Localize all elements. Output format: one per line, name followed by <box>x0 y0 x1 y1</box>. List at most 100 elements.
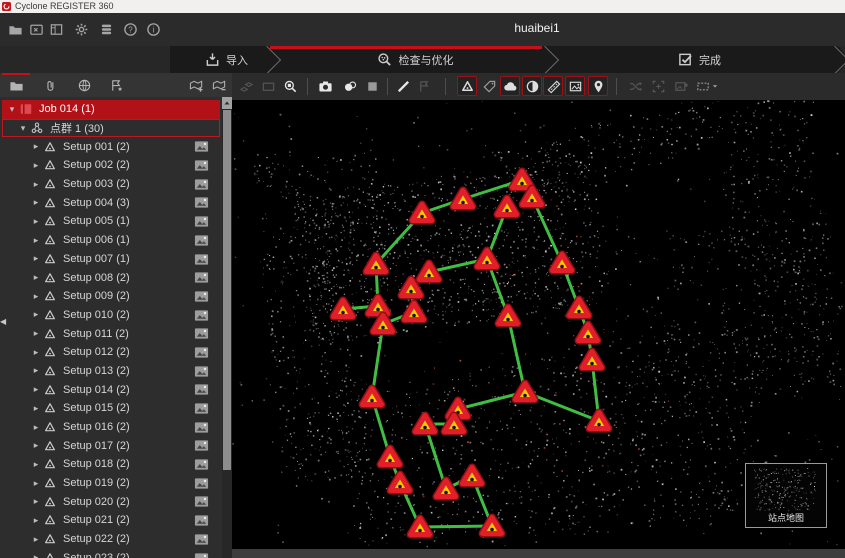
import-panel-icon[interactable] <box>47 20 65 38</box>
tree-item-setup[interactable]: ▸Setup 012 (2) <box>2 343 220 362</box>
link-setups-icon[interactable] <box>236 76 256 96</box>
tree-item-setup[interactable]: ▸Setup 022 (2) <box>2 530 220 549</box>
tree-item-setup[interactable]: ▸Setup 005 (1) <box>2 212 220 231</box>
expand-arrow-icon[interactable]: ▸ <box>30 384 42 395</box>
tree-scrollbar[interactable] <box>222 97 232 558</box>
expand-arrow-icon[interactable]: ▾ <box>17 123 29 134</box>
expand-arrow-icon[interactable]: ▸ <box>30 235 42 246</box>
pano-thumbnail-icon[interactable] <box>194 532 209 547</box>
pano-thumbnail-icon[interactable] <box>194 494 209 509</box>
expand-arrow-icon[interactable]: ▸ <box>30 272 42 283</box>
setup-marker[interactable] <box>590 413 609 429</box>
close-project-icon[interactable] <box>27 20 45 38</box>
open-project-icon[interactable] <box>6 20 24 38</box>
tree-item-setup[interactable]: ▸Setup 011 (2) <box>2 324 220 343</box>
setup-visibility-icon[interactable] <box>457 76 477 96</box>
setup-marker[interactable] <box>516 384 535 400</box>
minimap[interactable]: 站点地图 <box>745 463 827 528</box>
setup-marker[interactable] <box>583 352 602 368</box>
pin-icon[interactable] <box>588 76 608 96</box>
help-icon[interactable]: ? <box>121 20 139 38</box>
expand-arrow-icon[interactable]: ▸ <box>30 534 42 545</box>
expand-arrow-icon[interactable]: ▸ <box>30 347 42 358</box>
pano-thumbnail-icon[interactable] <box>194 270 209 285</box>
measure-icon[interactable] <box>393 76 413 96</box>
tree-item-setup[interactable]: ▸Setup 003 (2) <box>2 175 220 194</box>
add-to-sitemap-icon[interactable] <box>188 77 204 93</box>
pano-thumbnail-icon[interactable] <box>194 195 209 210</box>
expand-arrow-icon[interactable]: ▸ <box>30 422 42 433</box>
tree-item-setup[interactable]: ▸Setup 013 (2) <box>2 362 220 381</box>
pano-thumbnail-icon[interactable] <box>194 308 209 323</box>
scrollbar-up-icon[interactable] <box>222 97 232 109</box>
setup-marker[interactable] <box>463 468 482 484</box>
expand-arrow-icon[interactable]: ▸ <box>30 291 42 302</box>
pano-thumbnail-icon[interactable] <box>194 252 209 267</box>
pano-thumbnail-icon[interactable] <box>194 139 209 154</box>
color-mode-icon[interactable] <box>340 76 360 96</box>
pano-thumbnail-icon[interactable] <box>194 513 209 528</box>
panel-frame-icon[interactable] <box>258 76 278 96</box>
setup-marker[interactable] <box>454 191 473 207</box>
expand-arrow-icon[interactable]: ▸ <box>30 552 42 558</box>
panel-tab-globe-icon[interactable] <box>76 77 92 93</box>
tree-item-setup[interactable]: ▸Setup 021 (2) <box>2 511 220 530</box>
zoom-region-icon[interactable] <box>280 76 300 96</box>
info-icon[interactable]: i <box>144 20 162 38</box>
flag-icon[interactable] <box>414 76 434 96</box>
scrollbar-thumb[interactable] <box>223 110 231 470</box>
setup-marker[interactable] <box>391 475 410 491</box>
expand-arrow-icon[interactable]: ▾ <box>6 104 18 115</box>
setup-marker[interactable] <box>413 205 432 221</box>
pano-thumbnail-icon[interactable] <box>194 457 209 472</box>
pano-thumbnail-icon[interactable] <box>194 214 209 229</box>
expand-arrow-icon[interactable]: ▸ <box>30 365 42 376</box>
tree-item-setup[interactable]: ▸Setup 014 (2) <box>2 380 220 399</box>
image-overlay-icon[interactable] <box>565 76 585 96</box>
tree-item-setup[interactable]: ▸Setup 010 (2) <box>2 306 220 325</box>
fill-square-icon[interactable] <box>362 76 382 96</box>
panel-collapse-icon[interactable]: ◀ <box>0 315 7 329</box>
tree-item-setup[interactable]: ▸Setup 002 (2) <box>2 156 220 175</box>
expand-region-icon[interactable] <box>648 76 668 96</box>
panel-tab-paperclip-icon[interactable] <box>42 77 58 93</box>
pano-thumbnail-icon[interactable] <box>194 289 209 304</box>
pano-thumbnail-icon[interactable] <box>194 364 209 379</box>
measure-line-icon[interactable] <box>543 76 563 96</box>
setup-marker[interactable] <box>334 301 353 317</box>
settings-gear-icon[interactable] <box>72 20 90 38</box>
tree-item-setup[interactable]: ▸Setup 006 (1) <box>2 231 220 250</box>
pano-thumbnail-icon[interactable] <box>194 326 209 341</box>
setup-marker[interactable] <box>579 325 598 341</box>
remove-from-sitemap-icon[interactable] <box>211 77 227 93</box>
dropdown-arrow-icon[interactable] <box>709 76 721 96</box>
pano-thumbnail-icon[interactable] <box>194 551 209 558</box>
panel-tab-bookmark-icon[interactable] <box>108 77 124 93</box>
setup-marker[interactable] <box>513 172 532 188</box>
pano-thumbnail-icon[interactable] <box>194 158 209 173</box>
pano-thumbnail-icon[interactable] <box>194 177 209 192</box>
expand-arrow-icon[interactable]: ▸ <box>30 141 42 152</box>
expand-arrow-icon[interactable]: ▸ <box>30 440 42 451</box>
setup-marker[interactable] <box>437 481 456 497</box>
expand-arrow-icon[interactable]: ▸ <box>30 253 42 264</box>
tree-item-job[interactable]: ▾Job 014 (1) <box>2 100 220 119</box>
expand-arrow-icon[interactable]: ▸ <box>30 328 42 339</box>
tree-item-setup[interactable]: ▸Setup 008 (2) <box>2 268 220 287</box>
setup-marker[interactable] <box>363 389 382 405</box>
setup-marker[interactable] <box>483 518 502 534</box>
tree-item-setup[interactable]: ▸Setup 018 (2) <box>2 455 220 474</box>
contrast-icon[interactable] <box>522 76 542 96</box>
setup-marker[interactable] <box>374 316 393 332</box>
expand-arrow-icon[interactable]: ▸ <box>30 515 42 526</box>
expand-arrow-icon[interactable]: ▸ <box>30 216 42 227</box>
expand-arrow-icon[interactable]: ▸ <box>30 309 42 320</box>
setup-marker[interactable] <box>416 416 435 432</box>
setup-marker[interactable] <box>420 264 439 280</box>
setup-marker[interactable] <box>499 308 518 324</box>
expand-arrow-icon[interactable]: ▸ <box>30 197 42 208</box>
storage-icon[interactable] <box>97 20 115 38</box>
setup-marker[interactable] <box>381 449 400 465</box>
expand-arrow-icon[interactable]: ▸ <box>30 459 42 470</box>
setup-marker[interactable] <box>498 199 517 215</box>
